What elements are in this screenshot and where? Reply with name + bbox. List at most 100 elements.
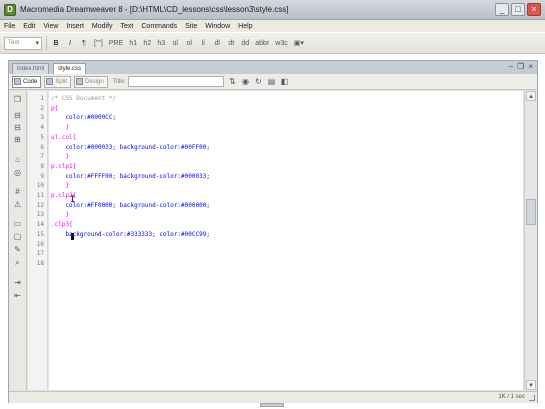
menu-window[interactable]: Window — [205, 23, 230, 30]
line-number-gutter: 1 2 3 4 5 6 7 8 9 10 11 12 13 14 15 16 17 18 — [28, 91, 48, 390]
acronym-button[interactable]: w3c — [274, 37, 288, 50]
menu-modify[interactable]: Modify — [92, 23, 113, 30]
heading2-button[interactable]: h2 — [142, 37, 152, 50]
code-line: ul.col{ — [51, 134, 76, 141]
line-number: 18 — [36, 259, 44, 267]
collapse-tag-icon[interactable]: ⊟ — [12, 111, 23, 121]
code-view-label: Code — [23, 78, 38, 85]
blockquote-button[interactable]: [""] — [93, 37, 104, 50]
ordered-list-button[interactable]: ol — [184, 37, 194, 50]
scroll-down-icon[interactable]: ▼ — [526, 380, 536, 390]
remove-comment-icon[interactable]: ▢ — [12, 232, 23, 242]
tab-index-html[interactable]: index.html — [12, 63, 50, 74]
menu-site[interactable]: Site — [185, 23, 197, 30]
definition-description-button[interactable]: dd — [240, 37, 250, 50]
code-line: background-color:#333333; color:#00CC99; — [51, 231, 210, 238]
menu-bar: File Edit View Insert Modify Text Comman… — [0, 20, 545, 32]
menu-commands[interactable]: Commands — [141, 23, 177, 30]
preview-in-browser-icon[interactable]: ◉ — [240, 77, 250, 87]
line-number: 6 — [40, 143, 44, 151]
menu-insert[interactable]: Insert — [66, 23, 84, 30]
bold-button[interactable]: B — [51, 37, 61, 50]
menu-view[interactable]: View — [43, 23, 58, 30]
scroll-thumb[interactable] — [526, 199, 536, 225]
menu-edit[interactable]: Edit — [23, 23, 35, 30]
preformatted-button[interactable]: PRE — [108, 37, 124, 50]
resize-grip-icon[interactable] — [529, 395, 535, 401]
outdent-icon[interactable]: ⇤ — [12, 291, 23, 301]
code-token: .clp3{ — [51, 221, 73, 229]
code-view-icon — [14, 78, 21, 85]
recent-snippets-icon[interactable]: ⌕ — [12, 258, 23, 268]
doc-minimize-icon[interactable]: – — [509, 62, 513, 71]
visual-aids-icon[interactable]: ◧ — [279, 77, 289, 87]
line-numbers-icon[interactable]: # — [12, 187, 23, 197]
line-number: 10 — [36, 182, 44, 190]
balance-braces-icon[interactable]: ◎ — [12, 168, 23, 178]
insert-category-select[interactable]: Text — [4, 36, 42, 50]
italic-button[interactable]: I — [65, 37, 75, 50]
code-token: ul.col{ — [51, 133, 77, 141]
view-options-icon[interactable]: ▤ — [266, 77, 276, 87]
code-line: .clp3{ — [51, 221, 73, 228]
definition-term-button[interactable]: dt — [226, 37, 236, 50]
window-controls: _ □ × — [495, 3, 541, 16]
doc-close-icon[interactable]: × — [528, 62, 533, 71]
apply-comment-icon[interactable]: ▭ — [12, 219, 23, 229]
code-editor[interactable]: /* CSS Document */ p{ color:#0000CC; } ul.… — [49, 91, 523, 390]
close-button[interactable]: × — [527, 3, 541, 16]
highlight-invalid-icon[interactable]: ⚠ — [12, 200, 23, 210]
code-line: p{ — [51, 105, 58, 112]
abbreviation-button[interactable]: abbr — [254, 37, 270, 50]
design-view-button[interactable]: Design — [74, 75, 108, 88]
insert-toolbar: Text B I ¶ [""] PRE h1 h2 h3 ul ol li dl… — [0, 32, 545, 54]
maximize-button[interactable]: □ — [511, 3, 525, 16]
heading3-button[interactable]: h3 — [156, 37, 166, 50]
menu-text[interactable]: Text — [121, 23, 134, 30]
panel-expander-handle[interactable] — [260, 403, 284, 407]
code-token: } — [51, 124, 70, 132]
minimize-button[interactable]: _ — [495, 3, 509, 16]
split-view-button[interactable]: Split — [44, 75, 72, 88]
title-input[interactable] — [128, 76, 225, 87]
code-token: color:#0000CC; — [51, 114, 117, 122]
line-number: 14 — [36, 221, 44, 229]
paragraph-button[interactable]: ¶ — [79, 37, 89, 50]
line-number: 13 — [36, 211, 44, 219]
vertical-scrollbar[interactable]: ▲ ▼ — [524, 91, 537, 390]
document-window: index.html style.css – ❐ × Code Split De… — [8, 60, 538, 403]
wrap-tag-icon[interactable]: ✎ — [12, 245, 23, 255]
code-line: color:#000033; background-color:#00FF00; — [51, 144, 210, 151]
file-management-icon[interactable]: ⇅ — [227, 77, 237, 87]
toolbar-divider — [46, 36, 47, 50]
download-size-time: 1K / 1 sec — [498, 394, 525, 400]
menu-file[interactable]: File — [4, 23, 15, 30]
unordered-list-button[interactable]: ul — [170, 37, 180, 50]
line-number: 5 — [40, 133, 44, 141]
open-documents-icon[interactable]: ❐ — [12, 95, 23, 105]
refresh-icon[interactable]: ↻ — [253, 77, 263, 87]
code-line: } — [51, 211, 69, 218]
line-number: 4 — [40, 124, 44, 132]
menu-help[interactable]: Help — [238, 23, 252, 30]
tab-style-css[interactable]: style.css — [53, 63, 87, 74]
code-token: } — [51, 211, 70, 219]
code-line: } — [51, 124, 69, 131]
code-line: color:#0000CC; — [51, 114, 116, 121]
characters-menu-icon[interactable]: ▣▾ — [293, 37, 305, 50]
indent-icon[interactable]: ⇥ — [12, 278, 23, 288]
doc-restore-icon[interactable]: ❐ — [517, 62, 524, 71]
expand-all-icon[interactable]: ⊞ — [12, 135, 23, 145]
code-token: color:#FFFF00; background-color:#000033; — [51, 172, 210, 180]
code-line: /* CSS Document */ — [51, 95, 116, 102]
title-label: Title: — [112, 78, 126, 85]
definition-list-button[interactable]: dl — [212, 37, 222, 50]
collapse-selection-icon[interactable]: ⊟ — [12, 123, 23, 133]
line-number: 15 — [36, 230, 44, 238]
list-item-button[interactable]: li — [198, 37, 208, 50]
select-parent-icon[interactable]: ⌂ — [12, 155, 23, 165]
line-number: 9 — [40, 172, 44, 180]
scroll-up-icon[interactable]: ▲ — [526, 91, 536, 101]
heading1-button[interactable]: h1 — [128, 37, 138, 50]
code-view-button[interactable]: Code — [12, 75, 42, 88]
